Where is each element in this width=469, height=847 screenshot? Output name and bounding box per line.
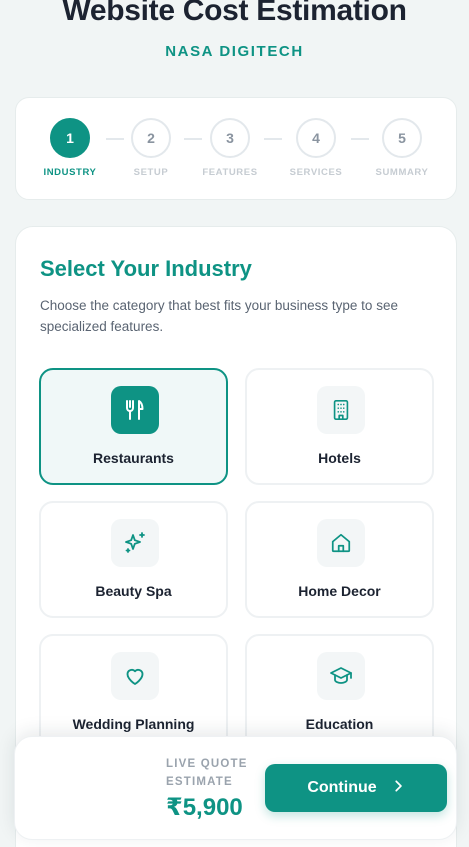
- step-services[interactable]: 4 SERVICES: [286, 118, 346, 178]
- brand-name: NASA DIGITECH: [165, 43, 304, 60]
- industry-tile-education[interactable]: Education: [245, 634, 434, 751]
- step-number: 3: [210, 118, 250, 158]
- quote-label: LIVE QUOTE ESTIMATE: [166, 758, 248, 788]
- home-icon: [317, 519, 365, 567]
- step-number: 5: [382, 118, 422, 158]
- step-number: 4: [296, 118, 336, 158]
- continue-button[interactable]: Continue: [265, 764, 447, 812]
- chevron-right-icon: [391, 779, 405, 798]
- step-label: SERVICES: [289, 167, 343, 178]
- section-title: Select Your Industry: [40, 256, 252, 281]
- industry-name: Wedding Planning: [72, 716, 195, 732]
- industry-tile-home-decor[interactable]: Home Decor: [245, 501, 434, 618]
- industry-name: Home Decor: [298, 583, 381, 599]
- progress-stepper: 1 INDUSTRY 2 SETUP 3 FEATURES 4 SERVICES…: [15, 97, 457, 200]
- step-label: FEATURES: [202, 167, 258, 178]
- section-subtitle: Choose the category that best fits your …: [40, 298, 398, 334]
- industry-name: Beauty Spa: [95, 583, 172, 599]
- step-connector: [351, 138, 369, 140]
- heart-icon: [111, 652, 159, 700]
- industry-name: Hotels: [318, 450, 361, 466]
- step-number: 2: [131, 118, 171, 158]
- live-quote-bar: LIVE QUOTE ESTIMATE ₹5,900 Continue: [14, 736, 457, 840]
- building-icon: [317, 386, 365, 434]
- step-setup[interactable]: 2 SETUP: [121, 118, 181, 178]
- page-title: Website Cost Estimation: [62, 0, 407, 27]
- step-label: SETUP: [133, 167, 169, 178]
- step-summary[interactable]: 5 SUMMARY: [372, 118, 432, 178]
- industry-tile-hotels[interactable]: Hotels: [245, 368, 434, 485]
- step-industry[interactable]: 1 INDUSTRY: [40, 118, 100, 178]
- quote-price: ₹5,900: [166, 794, 243, 821]
- graduation-cap-icon: [317, 652, 365, 700]
- step-label: INDUSTRY: [43, 167, 97, 178]
- industry-name: Education: [305, 716, 374, 732]
- step-features[interactable]: 3 FEATURES: [200, 118, 260, 178]
- step-connector: [264, 138, 282, 140]
- industry-tile-beauty-spa[interactable]: Beauty Spa: [39, 501, 228, 618]
- industry-name: Restaurants: [93, 450, 174, 466]
- utensils-icon: [111, 386, 159, 434]
- industry-tile-wedding-planning[interactable]: Wedding Planning: [39, 634, 228, 751]
- sparkles-icon: [111, 519, 159, 567]
- step-number: 1: [50, 118, 90, 158]
- continue-label: Continue: [307, 779, 377, 796]
- step-label: SUMMARY: [375, 167, 429, 178]
- industry-tile-restaurants[interactable]: Restaurants: [39, 368, 228, 485]
